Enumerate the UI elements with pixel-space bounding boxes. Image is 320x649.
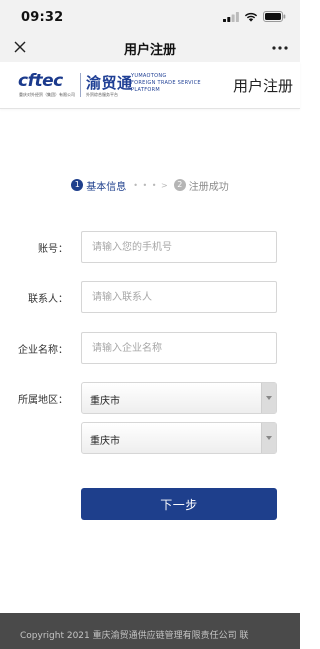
company-row: 企业名称： — [0, 332, 300, 364]
account-row: 账号： — [0, 231, 300, 263]
step-label: 注册成功 — [188, 181, 229, 193]
province-select[interactable]: 重庆市 — [81, 382, 277, 414]
company-name-input[interactable] — [81, 332, 277, 364]
city-row: 重庆市 — [0, 422, 300, 454]
yumaotong-logo-text: 渝贸通 — [86, 74, 133, 92]
yumaotong-english-name: YUMAOTONG FOREIGN TRADE SERVICE PLATFORM — [131, 73, 216, 94]
copyright-text: Copyright 2021 重庆渝贸通供应链管理有限责任公司 联 — [20, 631, 249, 641]
account-label: 账号： — [38, 244, 68, 255]
region-row: 所属地区： 重庆市 — [0, 382, 300, 414]
city-select[interactable]: 重庆市 — [81, 422, 277, 454]
chevron-down-icon — [266, 436, 272, 440]
account-input[interactable] — [81, 231, 277, 263]
yumaotong-logo-subtitle: 外贸综合服务平台 — [86, 92, 118, 97]
contact-input[interactable] — [81, 281, 277, 313]
status-bar: 09:32 — [0, 0, 300, 32]
wifi-icon — [244, 12, 258, 22]
step-basic-info: 1 基本信息 — [71, 178, 126, 193]
contact-label: 联系人： — [28, 294, 68, 305]
cftec-logo-text: cftec — [18, 71, 63, 91]
status-icons — [223, 11, 286, 22]
step-label: 基本信息 — [86, 181, 127, 193]
step-register-success: 2 注册成功 — [173, 178, 229, 193]
battery-icon — [263, 11, 286, 22]
city-select-toggle[interactable] — [261, 423, 276, 453]
cftec-logo-subtitle: 重庆对外经贸（集团）有限公司 — [19, 92, 75, 97]
company-label: 企业名称： — [18, 345, 68, 356]
city-select-value: 重庆市 — [90, 436, 120, 447]
nav-bar: 用户注册 — [0, 32, 300, 62]
logo-divider — [80, 73, 81, 97]
step-number: 2 — [173, 179, 186, 191]
step-arrow-icon: • • • > — [133, 180, 169, 190]
page-title: 用户注册 — [232, 77, 293, 95]
footer: Copyright 2021 重庆渝贸通供应链管理有限责任公司 联 — [0, 613, 300, 649]
status-time: 09:32 — [21, 10, 64, 25]
province-select-value: 重庆市 — [90, 396, 120, 407]
region-label: 所属地区： — [18, 395, 68, 406]
more-options-icon[interactable] — [272, 45, 288, 51]
chevron-down-icon — [266, 396, 272, 400]
cellular-signal-icon — [223, 11, 239, 22]
contact-row: 联系人： — [0, 281, 300, 313]
english-name-line-2: FOREIGN TRADE SERVICE — [131, 80, 201, 86]
nav-title: 用户注册 — [123, 43, 176, 58]
step-number: 1 — [71, 179, 84, 191]
cftec-logo[interactable]: cftec 重庆对外经贸（集团）有限公司 — [18, 71, 76, 101]
registration-steps: 1 基本信息 • • • > 2 注册成功 — [0, 176, 300, 194]
next-step-button[interactable]: 下一步 — [81, 488, 277, 520]
english-name-line-1: YUMAOTONG — [131, 73, 167, 79]
province-select-toggle[interactable] — [261, 383, 276, 413]
page-header: cftec 重庆对外经贸（集团）有限公司 渝贸通 外贸综合服务平台 YUMAOT… — [0, 62, 300, 109]
english-name-line-3: PLATFORM — [131, 87, 161, 93]
